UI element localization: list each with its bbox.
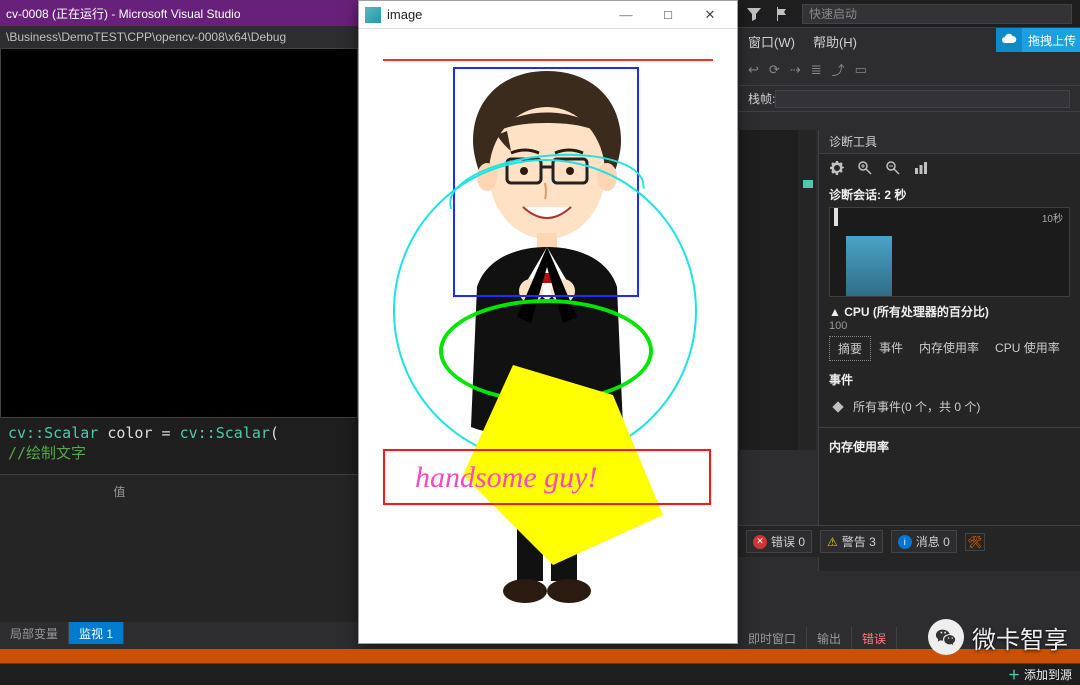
upload-button[interactable]: 拖拽上传 bbox=[996, 28, 1080, 52]
quick-launch[interactable]: 快速启动 bbox=[802, 4, 1072, 24]
scrollbar-ruler[interactable] bbox=[798, 130, 816, 450]
tab-errorlist[interactable]: 错误 bbox=[852, 627, 897, 649]
watch-columns: 值 bbox=[0, 475, 358, 508]
diagnostics-panel: 诊断工具 诊断会话: 2 秒 10秒 ▲ CPU (所有处理器的百分比) 100… bbox=[818, 130, 1080, 571]
code-token: color = bbox=[107, 424, 179, 442]
warnings-count: 警告 3 bbox=[842, 533, 876, 550]
warning-icon: ⚠ bbox=[827, 535, 838, 549]
watch-col-value: 值 bbox=[113, 483, 213, 500]
hammer-icon: 🛠 bbox=[967, 535, 982, 549]
zoom-in-icon[interactable] bbox=[857, 160, 873, 176]
error-summary-bar: ✕ 错误 0 ⚠ 警告 3 i 消息 0 🛠 bbox=[738, 525, 1080, 557]
vs-path-text: \Business\DemoTEST\CPP\opencv-0008\x64\D… bbox=[6, 30, 286, 44]
plus-icon: ＋ bbox=[1008, 666, 1020, 683]
flag-icon[interactable] bbox=[774, 6, 790, 22]
diagnostics-timeline[interactable]: 10秒 bbox=[829, 207, 1070, 297]
diag-tab-events[interactable]: 事件 bbox=[871, 336, 911, 361]
wechat-icon bbox=[928, 619, 964, 655]
watch-panel: 值 局部变量 监视 1 bbox=[0, 474, 358, 644]
toolbar-icon[interactable]: ⟳ bbox=[769, 62, 780, 78]
code-editor-line[interactable]: cv::Scalar color = cv::Scalar( //绘制文字 bbox=[0, 418, 358, 474]
cpu-axis-max: 100 bbox=[819, 320, 1080, 332]
toolbar-icon[interactable]: ↩ bbox=[748, 62, 759, 78]
cpu-title: ▲ CPU (所有处理器的百分比) bbox=[819, 303, 1080, 320]
upload-label: 拖拽上传 bbox=[1028, 32, 1076, 49]
chart-icon[interactable] bbox=[913, 160, 929, 176]
menu-help[interactable]: 帮助(H) bbox=[813, 32, 857, 51]
code-token: cv::Scalar bbox=[180, 424, 270, 442]
messages-count: 消息 0 bbox=[916, 533, 950, 550]
tab-watch1[interactable]: 监视 1 bbox=[69, 622, 124, 644]
image-window-titlebar[interactable]: image — □ ✕ bbox=[359, 1, 737, 29]
tab-locals[interactable]: 局部变量 bbox=[0, 622, 69, 644]
stack-frame-row: 栈帧: bbox=[738, 86, 1080, 112]
diamond-icon bbox=[831, 400, 845, 414]
warnings-chip[interactable]: ⚠ 警告 3 bbox=[820, 530, 883, 553]
zoom-out-icon[interactable] bbox=[885, 160, 901, 176]
cloud-icon bbox=[996, 28, 1022, 52]
vs-title-text: cv-0008 (正在运行) - Microsoft Visual Studio bbox=[6, 5, 241, 22]
gear-icon[interactable] bbox=[829, 160, 845, 176]
toolbar-icon[interactable]: ▭ bbox=[855, 62, 867, 78]
image-canvas: handsome guy! bbox=[359, 29, 737, 643]
debug-toolbar: ↩ ⟳ ⇢ ≣ ⤴ ▭ bbox=[738, 54, 1080, 86]
errors-count: 错误 0 bbox=[771, 533, 805, 550]
cpu-title-text: CPU (所有处理器的百分比) bbox=[844, 305, 989, 319]
watch-tabs: 局部变量 监视 1 bbox=[0, 622, 358, 644]
toolbar-icon[interactable]: ⇢ bbox=[790, 62, 801, 78]
diagnostics-title: 诊断工具 bbox=[819, 130, 1080, 154]
toolbar-icon[interactable]: ≣ bbox=[811, 62, 822, 78]
quick-launch-placeholder: 快速启动 bbox=[809, 5, 857, 22]
filter-icon[interactable] bbox=[746, 6, 762, 22]
maximize-button[interactable]: □ bbox=[647, 1, 689, 29]
timeline-marker bbox=[834, 208, 838, 226]
diag-tab-summary[interactable]: 摘要 bbox=[829, 336, 871, 361]
events-all-text: 所有事件(0 个，共 0 个) bbox=[853, 398, 980, 415]
overlay-text: handsome guy! bbox=[415, 461, 597, 495]
overlay-red-line bbox=[383, 59, 713, 61]
timeline-10s-label: 10秒 bbox=[1042, 210, 1063, 225]
code-comment: //绘制文字 bbox=[8, 444, 86, 462]
error-icon: ✕ bbox=[753, 535, 767, 549]
toolbar-icon[interactable]: ⤴ bbox=[832, 60, 845, 79]
image-window-title: image bbox=[387, 7, 422, 22]
diag-tab-cpu[interactable]: CPU 使用率 bbox=[987, 336, 1068, 361]
scroll-ruler-area bbox=[738, 130, 816, 450]
menu-window[interactable]: 窗口(W) bbox=[748, 32, 795, 51]
events-header: 事件 bbox=[819, 365, 1080, 394]
code-token: cv::Scalar bbox=[8, 424, 98, 442]
tab-output[interactable]: 输出 bbox=[807, 627, 852, 649]
add-to-source[interactable]: 添加到源 bbox=[1024, 666, 1072, 683]
watermark-text: 微卡智享 bbox=[972, 620, 1068, 655]
errors-chip[interactable]: ✕ 错误 0 bbox=[746, 530, 812, 553]
build-filter-button[interactable]: 🛠 bbox=[965, 533, 985, 551]
memory-header: 内存使用率 bbox=[819, 427, 1080, 459]
stack-frame-combo[interactable] bbox=[775, 90, 1070, 108]
tab-immediate[interactable]: 即时窗口 bbox=[738, 627, 807, 649]
watermark: 微卡智享 bbox=[928, 619, 1068, 655]
stack-frame-label: 栈帧: bbox=[748, 90, 775, 107]
minimize-button[interactable]: — bbox=[605, 1, 647, 29]
diagnostics-toolbar bbox=[819, 154, 1080, 182]
app-icon bbox=[365, 7, 381, 23]
info-icon: i bbox=[898, 535, 912, 549]
diagnostics-tabs: 摘要 事件 内存使用率 CPU 使用率 bbox=[829, 336, 1070, 361]
code-editor-viewport[interactable] bbox=[0, 48, 358, 418]
timeline-area bbox=[846, 236, 892, 296]
vs-status-bar: ＋ 添加到源 bbox=[0, 663, 1080, 685]
opencv-image-window: image — □ ✕ bbox=[358, 0, 738, 644]
orange-status-strip bbox=[0, 649, 1080, 663]
top-toolbar: 快速启动 bbox=[738, 0, 1080, 28]
close-button[interactable]: ✕ bbox=[689, 1, 731, 29]
messages-chip[interactable]: i 消息 0 bbox=[891, 530, 957, 553]
code-token: ( bbox=[270, 424, 279, 442]
events-all-row[interactable]: 所有事件(0 个，共 0 个) bbox=[819, 394, 1080, 419]
diag-tab-memory[interactable]: 内存使用率 bbox=[911, 336, 987, 361]
diagnostics-session: 诊断会话: 2 秒 bbox=[819, 182, 1080, 207]
